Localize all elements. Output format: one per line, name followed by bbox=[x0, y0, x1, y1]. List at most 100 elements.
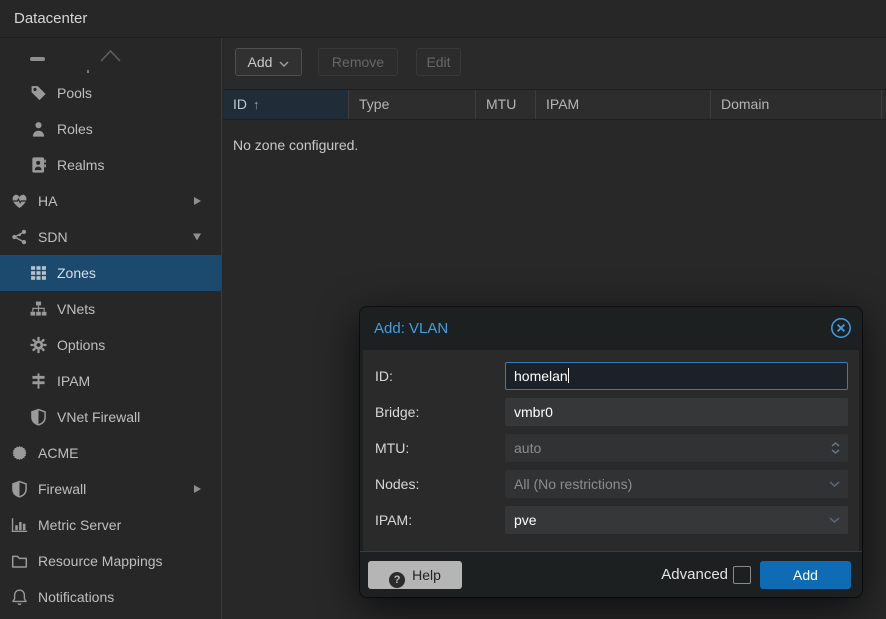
add-button[interactable]: Add bbox=[235, 48, 302, 76]
advanced-label: Advanced bbox=[661, 552, 728, 598]
ipam-select-value: pve bbox=[514, 512, 537, 528]
dash-icon bbox=[30, 57, 45, 61]
add-vlan-dialog: Add: VLAN ID: homelan Bridge: vmbr0 MTU:… bbox=[360, 307, 862, 597]
sidebar-item-vnet-firewall[interactable]: VNet Firewall bbox=[0, 399, 221, 435]
field-label: MTU: bbox=[375, 434, 409, 462]
field-label: Nodes: bbox=[375, 470, 419, 498]
sidebar-item-notifications[interactable]: Notifications bbox=[0, 579, 221, 615]
mtu-placeholder: auto bbox=[514, 440, 541, 456]
sidebar-item-label: HA bbox=[38, 183, 57, 219]
id-input-value: homelan bbox=[514, 368, 568, 384]
sidebar-item-resource-mappings[interactable]: Resource Mappings bbox=[0, 543, 221, 579]
submit-add-button[interactable]: Add bbox=[760, 561, 851, 589]
sidebar-item-ipam[interactable]: IPAM bbox=[0, 363, 221, 399]
chevron-down-icon bbox=[279, 49, 289, 75]
mtu-spinner[interactable]: auto bbox=[505, 434, 848, 462]
field-label: ID: bbox=[375, 362, 393, 390]
column-label: Type bbox=[359, 96, 389, 112]
chevron-right-icon[interactable] bbox=[194, 485, 201, 493]
add-button-label: Add bbox=[248, 54, 273, 70]
bridge-input[interactable]: vmbr0 bbox=[505, 398, 848, 426]
chevron-up-icon bbox=[99, 48, 122, 63]
sort-ascending-icon: ↑ bbox=[253, 97, 260, 112]
field-label: IPAM: bbox=[375, 506, 412, 534]
form-row-mtu: MTU: auto bbox=[363, 434, 859, 462]
column-header-id[interactable]: ID ↑ bbox=[223, 90, 349, 119]
advanced-checkbox[interactable] bbox=[733, 566, 751, 584]
nodes-select-value: All (No restrictions) bbox=[514, 476, 632, 492]
signpost-icon bbox=[30, 373, 47, 390]
folder-icon bbox=[11, 553, 28, 570]
sidebar-item-label: Roles bbox=[57, 111, 93, 147]
sidebar-item-roles[interactable]: Roles bbox=[0, 111, 221, 147]
sidebar-item-sdn[interactable]: SDN bbox=[0, 219, 221, 255]
heartbeat-icon bbox=[11, 193, 28, 210]
top-bar: Datacenter bbox=[0, 0, 886, 38]
grid-icon bbox=[30, 265, 47, 282]
sidebar-item-label: VNets bbox=[57, 291, 95, 327]
close-icon[interactable] bbox=[830, 317, 852, 339]
toolbar: Add Remove Edit bbox=[223, 38, 886, 89]
column-header-domain[interactable]: Domain bbox=[711, 90, 882, 119]
id-input[interactable]: homelan bbox=[505, 362, 848, 390]
form-row-ipam: IPAM: pve bbox=[363, 506, 859, 534]
tag-icon bbox=[30, 85, 47, 102]
dialog-form: ID: homelan Bridge: vmbr0 MTU: auto Node… bbox=[363, 350, 859, 551]
sidebar-item-ha[interactable]: HA bbox=[0, 183, 221, 219]
badge-icon bbox=[11, 445, 28, 462]
shield-icon bbox=[30, 409, 47, 426]
column-header-mtu[interactable]: MTU bbox=[476, 90, 536, 119]
sidebar-item-label: Metric Server bbox=[38, 507, 121, 543]
edit-button-label: Edit bbox=[426, 54, 450, 70]
sidebar-item-label: Zones bbox=[57, 255, 96, 291]
spinner-arrows-icon[interactable] bbox=[831, 435, 840, 461]
sidebar-item-zones[interactable]: Zones bbox=[0, 255, 221, 291]
sidebar-item-firewall[interactable]: Firewall bbox=[0, 471, 221, 507]
dialog-header[interactable]: Add: VLAN bbox=[360, 307, 862, 350]
sidebar-item-label: Options bbox=[57, 327, 105, 363]
help-button[interactable]: ? Help bbox=[368, 561, 462, 589]
sidebar-item-label: VNet Firewall bbox=[57, 399, 140, 435]
sidebar-item-label: SDN bbox=[38, 219, 68, 255]
dialog-footer: ? Help Advanced Add bbox=[360, 551, 862, 597]
sidebar-item-label: Resource Mappings bbox=[38, 543, 163, 579]
bar-chart-icon bbox=[11, 517, 28, 534]
help-button-label: Help bbox=[412, 567, 441, 583]
page-title: Datacenter bbox=[14, 0, 87, 38]
sidebar-item-label: Firewall bbox=[38, 471, 86, 507]
remove-button[interactable]: Remove bbox=[318, 48, 398, 76]
question-mark-icon: ? bbox=[389, 572, 405, 588]
sidebar-item-metric-server[interactable]: Metric Server bbox=[0, 507, 221, 543]
chevron-right-icon[interactable] bbox=[194, 197, 201, 205]
ipam-select[interactable]: pve bbox=[505, 506, 848, 534]
form-row-nodes: Nodes: All (No restrictions) bbox=[363, 470, 859, 498]
column-header-ipam[interactable]: IPAM bbox=[536, 90, 711, 119]
sidebar-item-options[interactable]: Options bbox=[0, 327, 221, 363]
chevron-down-icon[interactable] bbox=[829, 471, 840, 497]
edit-button[interactable]: Edit bbox=[416, 48, 461, 76]
column-label: ID bbox=[233, 96, 247, 112]
address-book-icon bbox=[30, 157, 47, 174]
text-cursor bbox=[568, 368, 569, 383]
sidebar-item-realms[interactable]: Realms bbox=[0, 147, 221, 183]
user-icon bbox=[30, 121, 47, 138]
remove-button-label: Remove bbox=[332, 54, 384, 70]
form-row-bridge: Bridge: vmbr0 bbox=[363, 398, 859, 426]
bell-icon bbox=[11, 589, 28, 606]
field-label: Bridge: bbox=[375, 398, 419, 426]
chevron-down-icon[interactable] bbox=[193, 234, 201, 241]
table-header-row: ID ↑ Type MTU IPAM Domain bbox=[223, 89, 886, 120]
sidebar-item-vnets[interactable]: VNets bbox=[0, 291, 221, 327]
nodes-select[interactable]: All (No restrictions) bbox=[505, 470, 848, 498]
form-row-id: ID: homelan bbox=[363, 362, 859, 390]
bridge-input-value: vmbr0 bbox=[514, 404, 553, 420]
gear-icon bbox=[30, 337, 47, 354]
sidebar-item-pools[interactable]: Pools bbox=[0, 75, 221, 111]
sidebar-item-acme[interactable]: ACME bbox=[0, 435, 221, 471]
network-icon bbox=[11, 229, 28, 246]
sidebar: Pools Roles Realms HA SDN Zones VNets Op… bbox=[0, 38, 222, 619]
partial-item bbox=[0, 38, 221, 75]
column-header-type[interactable]: Type bbox=[349, 90, 476, 119]
dot-icon bbox=[87, 70, 89, 73]
chevron-down-icon[interactable] bbox=[829, 507, 840, 533]
